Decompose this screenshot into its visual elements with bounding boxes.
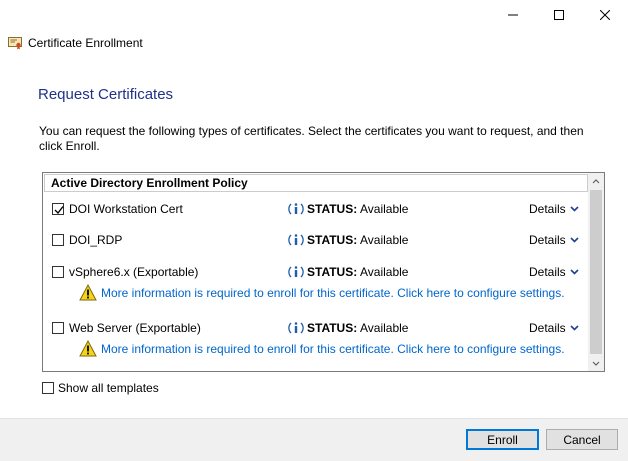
chevron-down-icon — [570, 269, 579, 275]
dialog-footer: Enroll Cancel — [0, 418, 628, 461]
details-toggle[interactable]: Details — [529, 202, 579, 216]
status-value: Available — [360, 321, 409, 335]
certificate-checkbox-vsphere[interactable] — [52, 266, 64, 278]
certificate-name: DOI Workstation Cert — [69, 202, 183, 216]
window-title-bar: Certificate Enrollment — [8, 36, 143, 50]
certificate-checkbox-doi-workstation[interactable] — [52, 203, 64, 215]
enroll-button[interactable]: Enroll — [466, 429, 539, 450]
certificate-icon — [8, 37, 22, 50]
warning-row: More information is required to enroll f… — [79, 340, 589, 358]
window-title: Certificate Enrollment — [28, 36, 143, 50]
status-value: Available — [360, 202, 409, 216]
close-button[interactable] — [582, 0, 628, 30]
certificate-name: vSphere6.x (Exportable) — [69, 265, 199, 279]
status-label: STATUS: — [307, 202, 358, 216]
status-value: Available — [360, 265, 409, 279]
chevron-down-icon — [570, 237, 579, 243]
status-label: STATUS: — [307, 233, 358, 247]
checkmark-icon — [54, 206, 64, 215]
cancel-button[interactable]: Cancel — [546, 429, 618, 450]
certificate-row: DOI Workstation Cert STATUS: Available D… — [51, 200, 581, 218]
show-all-templates-option[interactable]: Show all templates — [42, 381, 159, 395]
info-icon — [288, 234, 304, 246]
details-label: Details — [529, 202, 566, 216]
show-all-templates-label: Show all templates — [58, 381, 159, 395]
status-label: STATUS: — [307, 265, 358, 279]
details-label: Details — [529, 321, 566, 335]
page-heading: Request Certificates — [38, 86, 174, 103]
certificate-row: Web Server (Exportable) STATUS: Availabl… — [51, 319, 581, 337]
chevron-down-icon — [570, 206, 579, 212]
maximize-icon — [554, 10, 564, 20]
warning-icon — [79, 340, 97, 357]
scroll-up-button[interactable] — [588, 173, 604, 189]
certificate-name: Web Server (Exportable) — [69, 321, 201, 335]
close-icon — [600, 10, 610, 20]
details-toggle[interactable]: Details — [529, 265, 579, 279]
policy-group-header: Active Directory Enrollment Policy — [44, 174, 588, 192]
window-controls — [490, 0, 628, 30]
configure-settings-link[interactable]: More information is required to enroll f… — [101, 286, 565, 300]
info-icon — [288, 266, 304, 278]
chevron-down-icon — [570, 325, 579, 331]
details-label: Details — [529, 233, 566, 247]
certificate-row: vSphere6.x (Exportable) STATUS: Availabl… — [51, 263, 581, 281]
certificate-list: Active Directory Enrollment Policy DOI W… — [42, 172, 605, 372]
warning-icon — [79, 284, 97, 301]
configure-settings-link[interactable]: More information is required to enroll f… — [101, 342, 565, 356]
scrollbar-thumb[interactable] — [590, 190, 602, 354]
scroll-down-button[interactable] — [588, 355, 604, 371]
status-label: STATUS: — [307, 321, 358, 335]
certificate-checkbox-web-server[interactable] — [52, 322, 64, 334]
details-toggle[interactable]: Details — [529, 233, 579, 247]
details-label: Details — [529, 265, 566, 279]
maximize-button[interactable] — [536, 0, 582, 30]
info-icon — [288, 203, 304, 215]
certificate-checkbox-doi-rdp[interactable] — [52, 234, 64, 246]
chevron-up-icon — [592, 178, 600, 183]
warning-row: More information is required to enroll f… — [79, 284, 589, 302]
minimize-icon — [508, 14, 518, 16]
minimize-button[interactable] — [490, 0, 536, 30]
status-value: Available — [360, 233, 409, 247]
certificate-name: DOI_RDP — [69, 233, 123, 247]
details-toggle[interactable]: Details — [529, 321, 579, 335]
certificate-row: DOI_RDP STATUS: Available Details — [51, 231, 581, 249]
vertical-scrollbar[interactable] — [588, 173, 604, 371]
info-icon — [288, 322, 304, 334]
chevron-down-icon — [592, 361, 600, 366]
page-description: You can request the following types of c… — [39, 124, 584, 153]
show-all-templates-checkbox[interactable] — [42, 382, 54, 394]
